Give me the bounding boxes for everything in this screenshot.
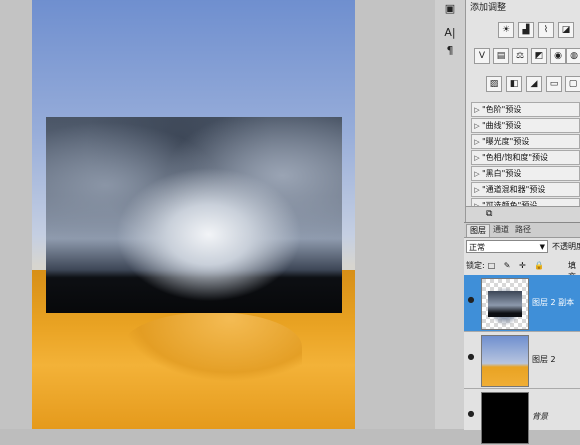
layers-panel: 图层 通道 路径 正常 ▼ 不透明度 锁定:□ ✎ ✛ 🔒 填充 ● 图层 2 … [464,222,580,444]
selective-color-icon[interactable]: ▢ [565,76,580,92]
gradient-map-icon[interactable]: ▭ [546,76,562,92]
lock-options-icons[interactable]: □ ✎ ✛ 🔒 [488,260,548,272]
disclosure-triangle-icon: ▷ [474,170,480,178]
preset-label: "曝光度"预设 [482,137,530,146]
panel-icon-strip: ▣ A| ¶ [435,0,466,429]
preset-item[interactable]: ▷ "色阶"预设 [471,102,580,117]
levels-icon[interactable]: ▟ [518,22,534,38]
visibility-eye-icon[interactable]: ● [466,352,476,362]
preset-label: "通道混和器"预设 [482,185,546,194]
layer-row[interactable]: ● 背景 [464,389,580,445]
disclosure-triangle-icon: ▷ [474,122,480,130]
lock-label: 锁定: [466,261,485,270]
adjustments-footer: ⧉ [466,206,580,223]
exposure-icon[interactable]: ◪ [558,22,574,38]
tab-channels[interactable]: 通道 [490,224,512,236]
layer-thumbnail [481,335,529,387]
posterize-icon[interactable]: ◧ [506,76,522,92]
preset-item[interactable]: ▷ "色相/饱和度"预设 [471,150,580,165]
preset-label: "色相/饱和度"预设 [482,153,549,162]
character-icon[interactable]: A| [443,26,457,40]
lock-row: 锁定: □ ✎ ✛ 🔒 [466,260,580,272]
disclosure-triangle-icon: ▷ [474,138,480,146]
layers-tab-bar: 图层 通道 路径 [464,223,580,238]
layer-row[interactable]: ● 图层 2 [464,332,580,389]
blend-mode-select[interactable]: 正常 ▼ [466,240,548,253]
layer-name: 图层 2 [532,355,556,364]
curves-icon[interactable]: ⌇ [538,22,554,38]
storm-clouds-layer[interactable] [46,117,342,313]
channel-mixer-icon[interactable]: ◍ [566,48,580,64]
tab-layers[interactable]: 图层 [466,224,490,237]
preset-item[interactable]: ▷ "黑白"预设 [471,166,580,181]
color-balance-icon[interactable]: ⚖ [512,48,528,64]
chevron-down-icon: ▼ [539,243,545,251]
preset-item[interactable]: ▷ "曲线"预设 [471,118,580,133]
canvas-area[interactable] [0,0,435,429]
clip-layer-icon[interactable]: ⧉ [486,209,492,219]
visibility-eye-icon[interactable]: ● [466,409,476,419]
disclosure-triangle-icon: ▷ [474,186,480,194]
preset-label: "黑白"预设 [482,169,522,178]
disclosure-triangle-icon: ▷ [474,106,480,114]
info-icon[interactable]: ▣ [443,2,457,16]
invert-icon[interactable]: ▨ [486,76,502,92]
brightness-icon[interactable]: ☀ [498,22,514,38]
opacity-label: 不透明度 [552,242,580,251]
blend-mode-value: 正常 [469,243,485,252]
layer-name: 图层 2 副本 [532,298,575,307]
preset-item[interactable]: ▷ "通道混和器"预设 [471,182,580,197]
dune-highlight [122,312,302,382]
preset-label: "曲线"预设 [482,121,522,130]
preset-label: "色阶"预设 [482,105,522,114]
disclosure-triangle-icon: ▷ [474,154,480,162]
layer-row[interactable]: ● 图层 2 副本 [464,275,580,332]
adjustments-title: 添加调整 [470,3,507,13]
layer-thumbnail [481,392,529,444]
layer-thumbnail [481,278,529,330]
tab-paths[interactable]: 路径 [512,224,534,236]
paragraph-icon[interactable]: ¶ [443,44,457,58]
hue-saturation-icon[interactable]: ▤ [493,48,509,64]
preset-item[interactable]: ▷ "曝光度"预设 [471,134,580,149]
black-white-icon[interactable]: ◩ [531,48,547,64]
visibility-eye-icon[interactable]: ● [466,295,476,305]
layer-name: 背景 [532,412,548,421]
threshold-icon[interactable]: ◢ [526,76,542,92]
photo-filter-icon[interactable]: ◉ [550,48,566,64]
vibrance-icon[interactable]: V [474,48,490,64]
adjustment-presets-list: ▷ "色阶"预设 ▷ "曲线"预设 ▷ "曝光度"预设 ▷ "色相/饱和度"预设 ▷ "黑… [471,102,580,214]
